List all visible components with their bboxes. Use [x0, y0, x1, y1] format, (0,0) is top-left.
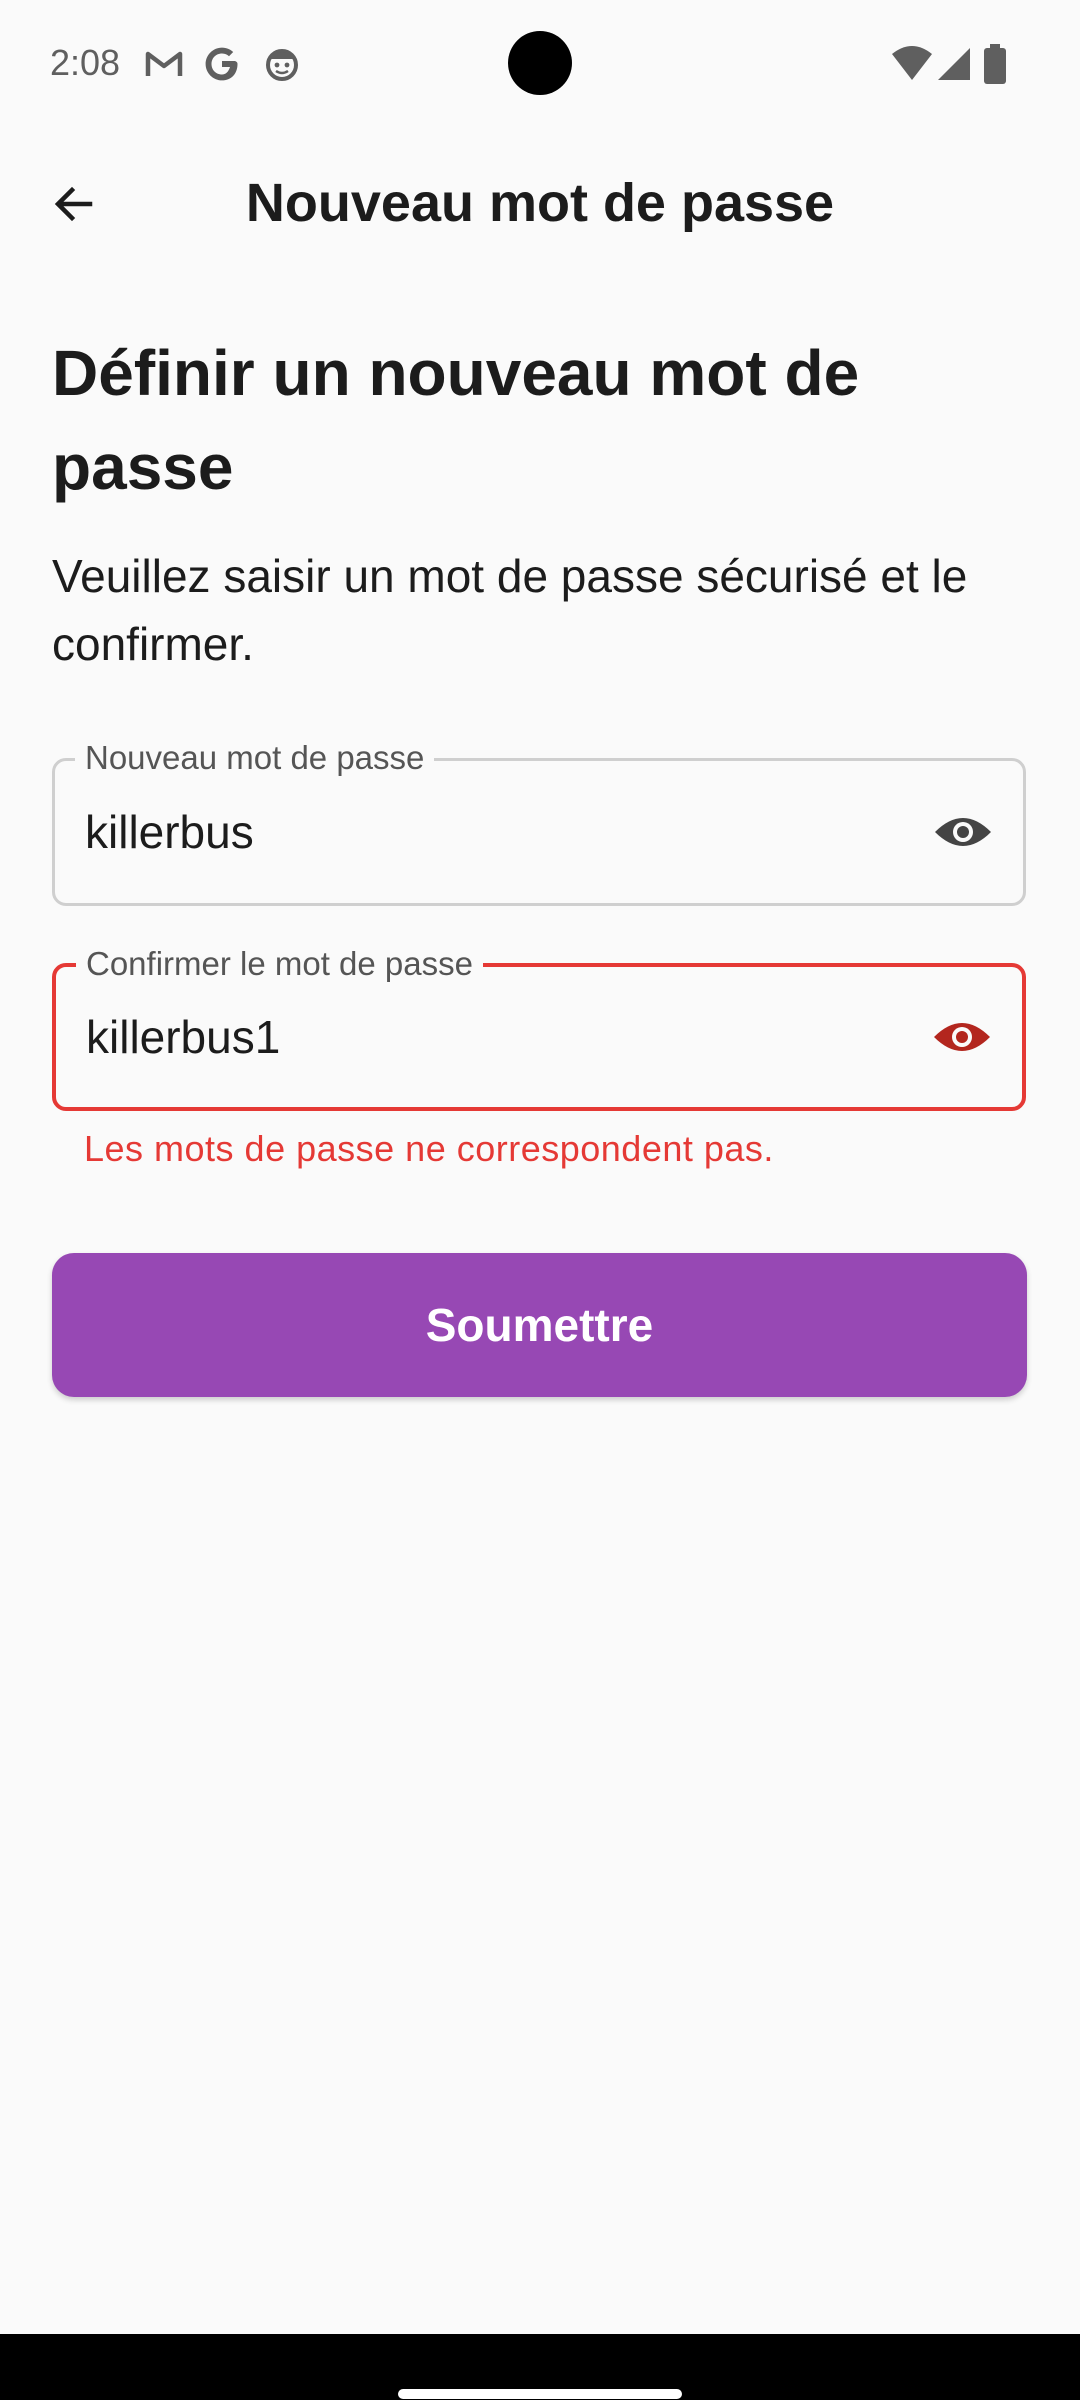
page-heading: Définir un nouveau mot de passe [52, 337, 860, 503]
new-password-value[interactable]: killerbus [85, 805, 254, 859]
status-bar: 2:08 [0, 0, 1080, 128]
eye-icon[interactable] [930, 1005, 994, 1069]
camera-cutout [508, 31, 572, 95]
home-gesture-handle[interactable] [398, 2389, 682, 2399]
app-title: Nouveau mot de passe [245, 173, 835, 233]
confirm-password-value[interactable]: killerbus1 [86, 1010, 280, 1064]
submit-button[interactable]: Soumettre [52, 1253, 1027, 1397]
confirm-password-field[interactable]: Confirmer le mot de passe killerbus1 [52, 944, 1026, 1111]
app-bar: Nouveau mot de passe [0, 128, 1080, 272]
gmail-icon [144, 44, 184, 84]
page-subtitle: Veuillez saisir un mot de passe sécurisé… [52, 550, 968, 670]
password-mismatch-error: Les mots de passe ne correspondent pas. [84, 1128, 774, 1169]
signal-icon [934, 44, 974, 84]
battery-icon [982, 44, 1008, 84]
confirm-password-label: Confirmer le mot de passe [76, 944, 483, 984]
status-time: 2:08 [50, 42, 121, 83]
eye-icon[interactable] [931, 800, 995, 864]
wifi-icon [890, 44, 934, 84]
face-icon [262, 44, 302, 84]
google-icon [202, 44, 242, 84]
new-password-field[interactable]: Nouveau mot de passe killerbus [52, 738, 1026, 906]
new-password-label: Nouveau mot de passe [75, 738, 435, 778]
